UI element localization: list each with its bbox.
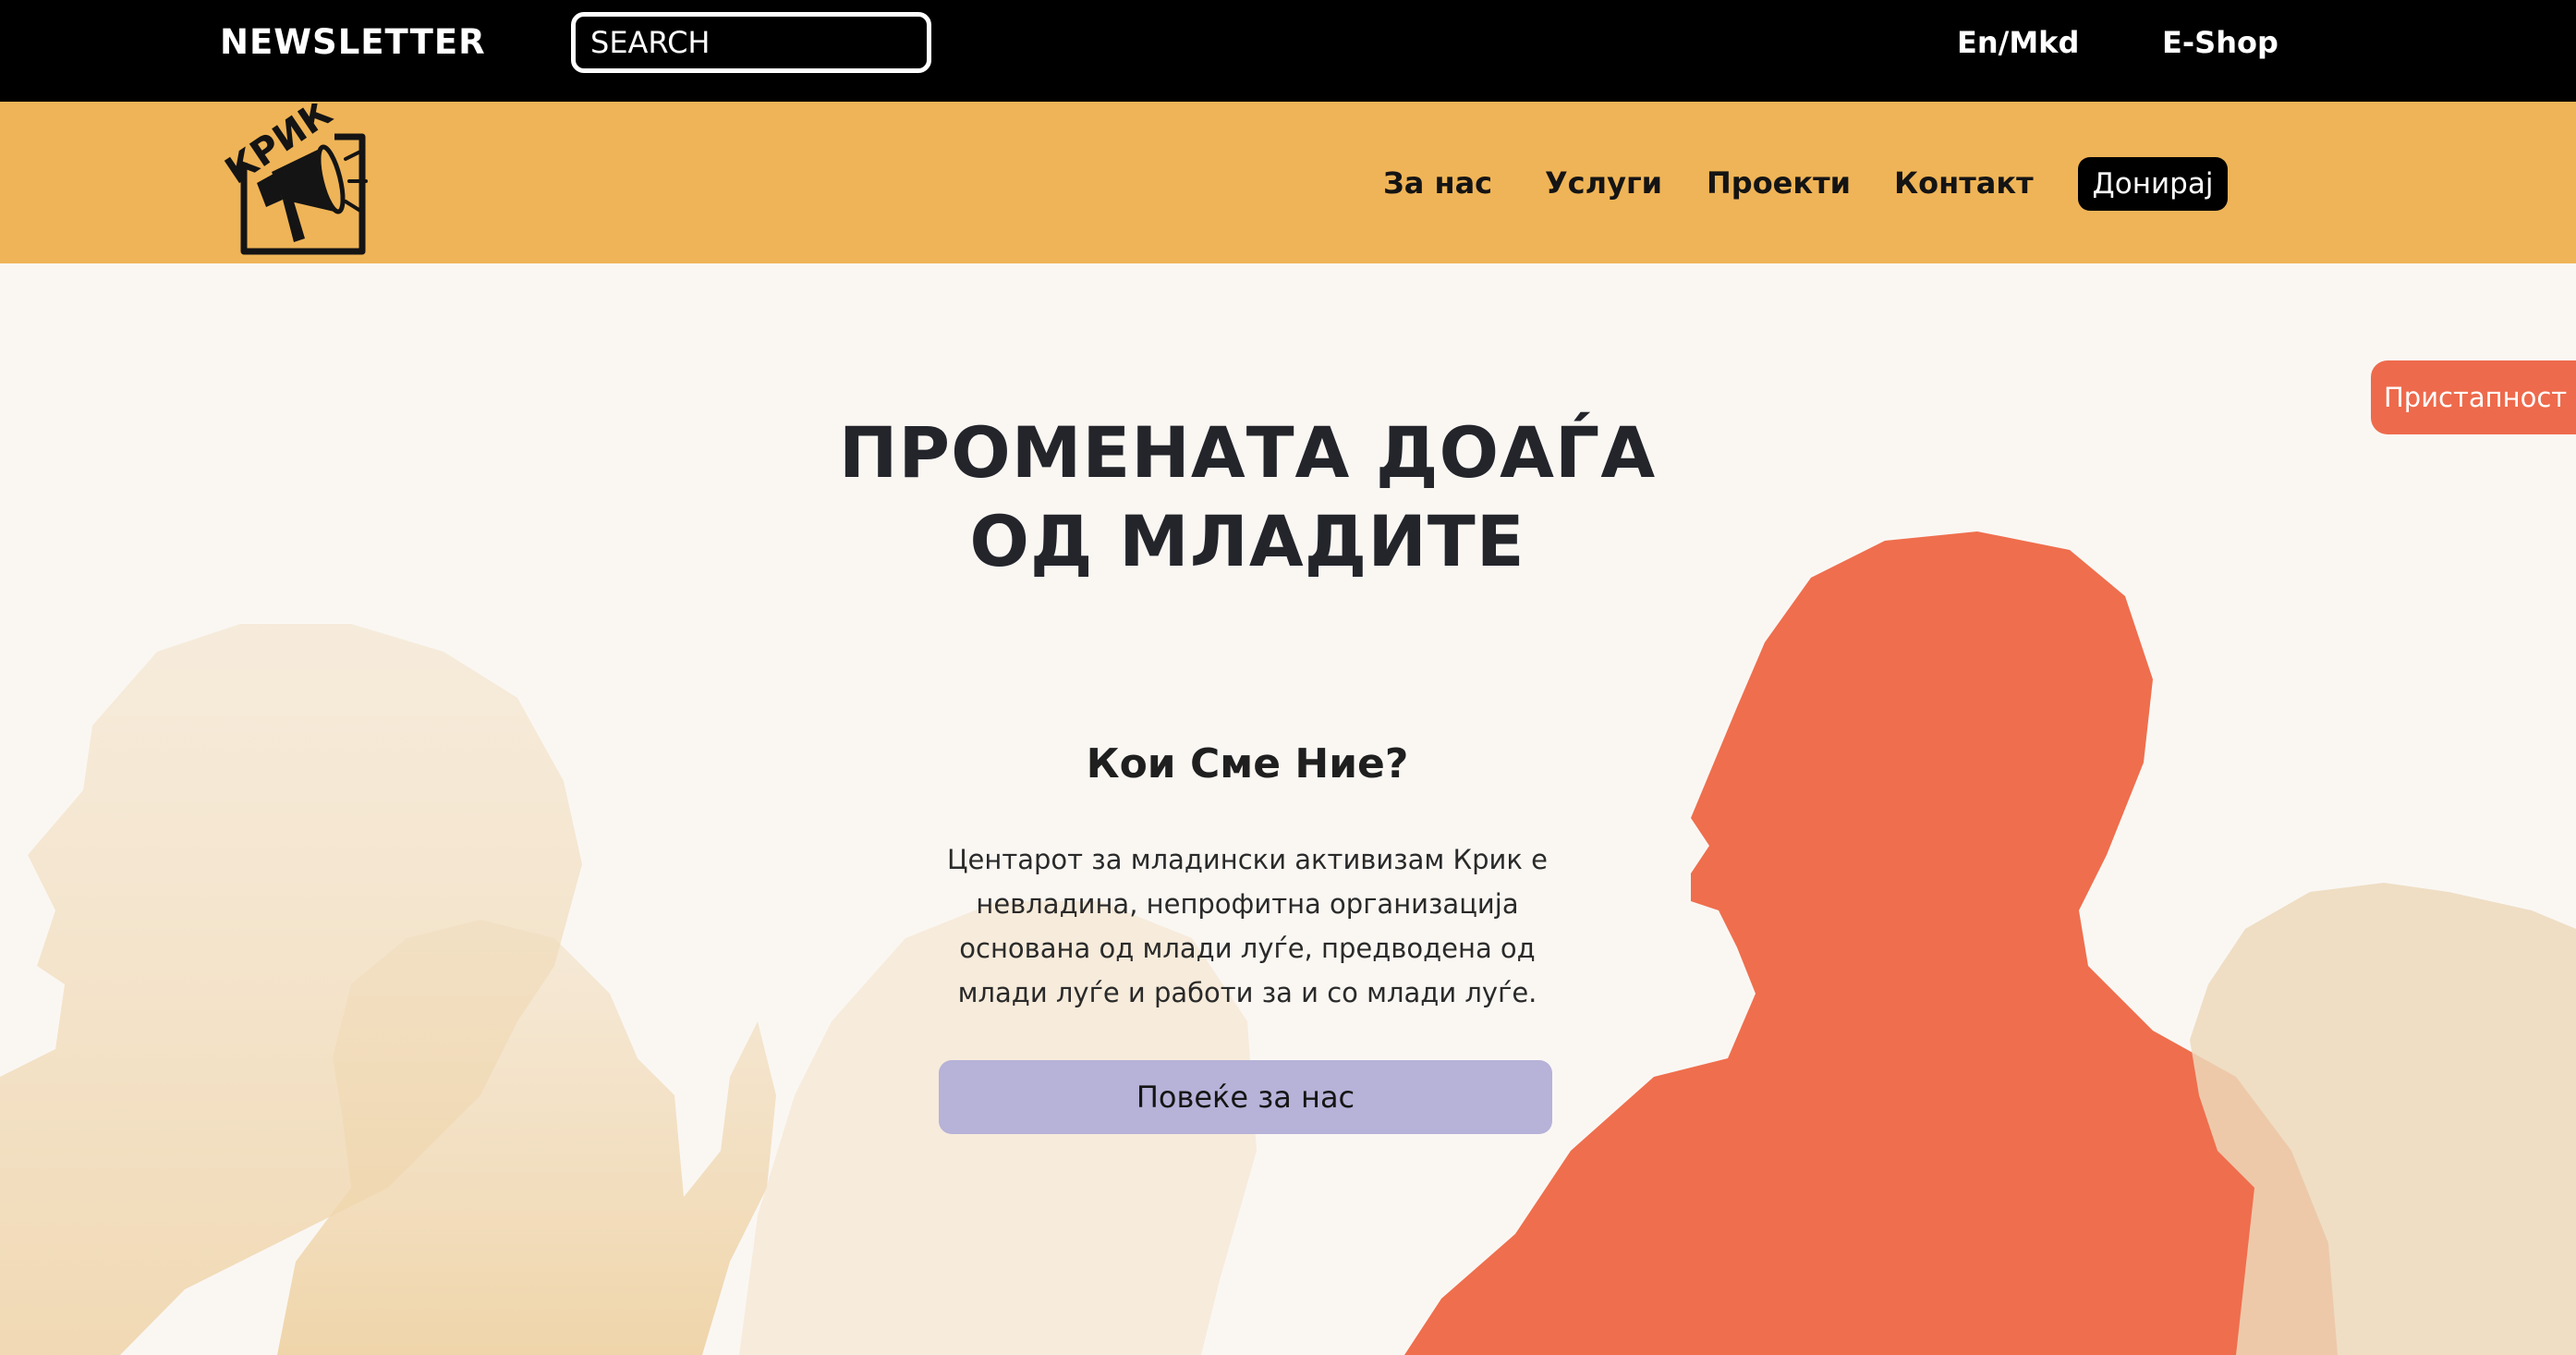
- hero-title: ПРОМЕНАТА ДОАЃА ОД МЛАДИТЕ: [785, 409, 1709, 586]
- nav-about[interactable]: За нас: [1383, 163, 1492, 203]
- newsletter-link[interactable]: NEWSLETTER: [220, 20, 486, 65]
- search-box: [571, 12, 931, 73]
- more-about-us-button[interactable]: Повеќе за нас: [939, 1060, 1552, 1134]
- top-bar: NEWSLETTER En/Mkd E-Shop: [0, 0, 2576, 102]
- nav-services[interactable]: Услуги: [1545, 163, 1662, 203]
- who-we-are-text: Центарот за младински активизам Крик е н…: [947, 844, 1548, 1008]
- nav-projects[interactable]: Проекти: [1707, 163, 1851, 203]
- hero-title-line-1: ПРОМЕНАТА ДОАЃА: [838, 411, 1657, 494]
- silhouette-right-man: [2190, 883, 2576, 1355]
- nav-contact[interactable]: Контакт: [1894, 163, 2034, 203]
- silhouette-woman: [277, 920, 776, 1355]
- donate-button[interactable]: Донирај: [2078, 157, 2228, 211]
- logo[interactable]: КРИК: [216, 104, 373, 261]
- accessibility-button[interactable]: Пристапност: [2371, 360, 2576, 434]
- eshop-link[interactable]: E-Shop: [2162, 22, 2278, 63]
- language-switch[interactable]: En/Mkd: [1957, 22, 2079, 63]
- hero-title-line-2: ОД МЛАДИТЕ: [969, 500, 1525, 582]
- who-we-are-heading: Кои Сме Ние?: [1086, 740, 1409, 787]
- search-input[interactable]: [576, 17, 927, 68]
